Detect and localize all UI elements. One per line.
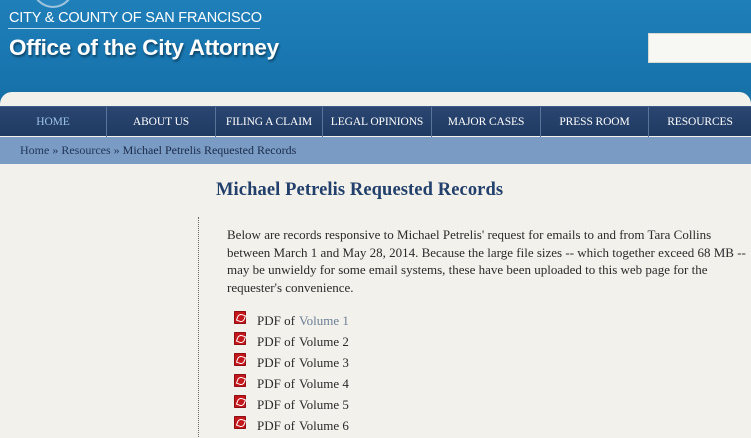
volume-1-link[interactable]: Volume 1 xyxy=(299,313,349,329)
volume-2-link[interactable]: Volume 2 xyxy=(299,334,349,350)
pdf-file-icon xyxy=(234,416,246,429)
list-item: PDF of Volume 3 xyxy=(234,352,349,373)
breadcrumb: Home » Resources » Michael Petrelis Requ… xyxy=(0,137,751,164)
pdf-file-icon xyxy=(234,395,246,408)
pdf-prefix: PDF of xyxy=(257,375,295,391)
pdf-file-icon xyxy=(234,353,246,366)
pdf-file-icon xyxy=(234,374,246,387)
site-header: CITY & COUNTY OF SAN FRANCISCO Office of… xyxy=(0,0,751,104)
volume-5-link[interactable]: Volume 5 xyxy=(299,397,349,413)
pdf-file-icon xyxy=(234,311,246,324)
nav-item-major-cases[interactable]: MAJOR CASES xyxy=(432,107,541,137)
breadcrumb-current: Michael Petrelis Requested Records xyxy=(122,143,297,157)
city-county-label: CITY & COUNTY OF SAN FRANCISCO xyxy=(9,10,262,26)
intro-paragraph: Below are records responsive to Michael … xyxy=(227,227,746,295)
pdf-list: PDF of Volume 1 PDF of Volume 2 PDF of V… xyxy=(234,310,349,436)
nav-item-home[interactable]: HOME xyxy=(0,107,107,137)
nav-item-about-us[interactable]: ABOUT US xyxy=(107,107,216,137)
nav-item-press-room[interactable]: PRESS ROOM xyxy=(541,107,649,137)
pdf-prefix: PDF of xyxy=(257,396,295,412)
volume-6-link[interactable]: Volume 6 xyxy=(299,418,349,434)
volume-4-link[interactable]: Volume 4 xyxy=(299,376,349,392)
pdf-prefix: PDF of xyxy=(257,354,295,370)
main-nav: HOME ABOUT US FILING A CLAIM LEGAL OPINI… xyxy=(0,106,751,137)
pdf-prefix: PDF of xyxy=(257,333,295,349)
list-item: PDF of Volume 1 xyxy=(234,310,349,331)
breadcrumb-home[interactable]: Home xyxy=(20,143,49,157)
breadcrumb-separator: » xyxy=(52,143,59,157)
city-seal-icon xyxy=(32,0,74,8)
pdf-file-icon xyxy=(234,332,246,345)
breadcrumb-resources[interactable]: Resources xyxy=(61,143,110,157)
pdf-prefix: PDF of xyxy=(257,417,295,433)
breadcrumb-separator: » xyxy=(113,143,120,157)
header-divider xyxy=(8,28,260,29)
nav-item-legal-opinions[interactable]: LEGAL OPINIONS xyxy=(323,107,432,137)
pdf-prefix: PDF of xyxy=(257,312,295,328)
list-item: PDF of Volume 5 xyxy=(234,394,349,415)
list-item: PDF of Volume 4 xyxy=(234,373,349,394)
list-item: PDF of Volume 6 xyxy=(234,415,349,436)
nav-item-filing-a-claim[interactable]: FILING A CLAIM xyxy=(216,107,323,137)
office-title[interactable]: Office of the City Attorney xyxy=(9,35,279,61)
header-curve xyxy=(0,92,751,104)
volume-3-link[interactable]: Volume 3 xyxy=(299,355,349,371)
content-divider xyxy=(198,217,199,438)
search-input[interactable] xyxy=(648,33,751,63)
nav-item-resources[interactable]: RESOURCES xyxy=(649,107,751,137)
page-title: Michael Petrelis Requested Records xyxy=(216,180,504,200)
list-item: PDF of Volume 2 xyxy=(234,331,349,352)
